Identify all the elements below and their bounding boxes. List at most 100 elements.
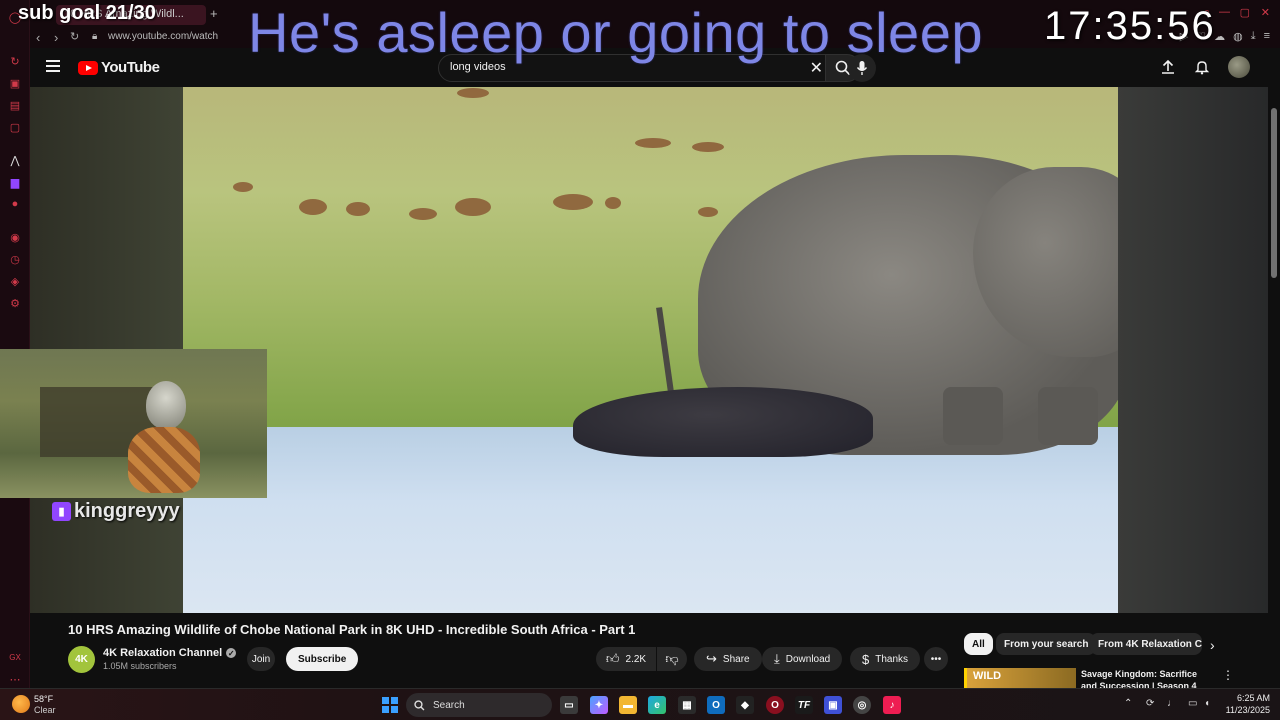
recommended-title[interactable]: Savage Kingdom: Sacrifice and Succession… [1081,668,1211,688]
twitch-icon: ▮ [52,502,71,521]
join-button[interactable]: Join [247,647,275,671]
tray-mic-icon[interactable]: ♩ [1167,698,1177,709]
reload-icon[interactable]: ↻ [70,30,79,43]
taskbar-search-label: Search [433,699,465,711]
header-actions [1160,56,1250,78]
like-button[interactable]: 👍︎ 2.2K [596,647,656,671]
taskbar-time[interactable]: 6:25 AM [1226,693,1270,703]
taskbar-search[interactable]: Search [406,693,552,717]
clock-overlay: 17:35:56 [1044,4,1216,48]
taskbar-date[interactable]: 11/23/2025 [1222,705,1270,715]
thumbs-down-icon: 👎︎ [665,651,679,666]
app-icon-blue[interactable]: ▣ [824,696,842,714]
user-icon[interactable]: ◍ [1233,30,1243,43]
share-icon: ↪ [706,651,717,666]
thanks-label: Thanks [875,653,909,665]
taskbar-search-icon [414,699,425,710]
lock-icon: 🔒︎ [92,31,98,42]
chip-from-channel[interactable]: From 4K Relaxation Cha [1090,633,1202,655]
recommended-thumbnail[interactable]: WILD [964,668,1076,688]
ambient-right [1118,87,1268,613]
chips-next-icon[interactable]: › [1210,637,1215,653]
youtube-play-icon [78,60,98,75]
more-icon[interactable]: ⋯ [8,672,22,686]
arrow-icon[interactable]: ⋀ [8,153,22,167]
weather-temperature: 58°F [34,694,54,704]
like-count: 2.2K [625,653,647,665]
twitch-rail-icon[interactable]: ▆ [8,175,22,189]
message-icon[interactable]: ▤ [8,98,22,112]
share-button[interactable]: ↪ Share [694,647,762,671]
tray-volume-icon[interactable]: ◖ [1204,698,1210,709]
gx-icon[interactable]: GX [8,650,22,664]
weather-icon[interactable] [12,695,30,713]
maximize-icon[interactable]: ▢ [1240,6,1250,19]
subscribe-button[interactable]: Subscribe [286,647,359,671]
stream-status-overlay: He's asleep or going to sleep [248,1,983,64]
edge-icon[interactable]: e [648,696,666,714]
play-circle-icon[interactable]: ◉ [8,230,22,244]
url-field[interactable]: www.youtube.com/watch [108,31,218,42]
page-scrollbar[interactable] [1268,48,1280,613]
task-view-icon[interactable]: ▭ [560,696,578,714]
avatar-character [128,381,200,493]
tf-app-icon[interactable]: TF [795,696,813,714]
hamburger-icon[interactable] [46,60,60,72]
app-icon[interactable]: ▢ [8,120,22,134]
copilot-icon[interactable]: ✦ [590,696,608,714]
file-explorer-icon[interactable]: ▬ [619,696,637,714]
weather-condition: Clear [34,705,56,715]
webcam-overlay [0,349,267,498]
account-avatar[interactable] [1228,56,1250,78]
back-icon[interactable]: ‹ [36,30,40,45]
settings-icon[interactable]: ⚙ [8,296,22,310]
obs-icon[interactable]: ◎ [853,696,871,714]
record-icon[interactable]: ● [8,197,22,211]
tray-network-icon[interactable]: ▭ [1188,698,1197,709]
windows-taskbar: 58°F Clear Search ▭ ✦ ▬ e ▦ O ◆ O TF ▣ ◎… [0,688,1280,720]
outlook-icon[interactable]: O [707,696,725,714]
download-arrow-icon: ⤓ [774,651,780,666]
bag-icon[interactable]: ▣ [8,76,22,90]
tray-expand-icon[interactable]: ⌃ [1124,698,1132,709]
recommended-menu-icon[interactable]: ⋮ [1222,668,1234,682]
forward-icon[interactable]: › [54,30,58,45]
sub-goal-overlay: sub goal 21/30 [18,2,156,24]
youtube-logo[interactable]: YouTube [78,59,160,76]
youtube-logo-text: YouTube [101,59,160,76]
tray-sync-icon[interactable]: ⟳ [1146,698,1154,709]
refresh-history-icon[interactable]: ↻ [8,54,22,68]
clock-icon[interactable]: ◷ [8,252,22,266]
channel-name[interactable]: 4K Relaxation Channel ✓ [103,647,237,659]
download-button[interactable]: ⤓ Download [762,647,843,671]
minimize-icon[interactable]: — [1219,6,1230,18]
dislike-button[interactable]: 👎︎ [657,647,687,671]
upload-icon[interactable] [1160,59,1176,75]
bookmark-icon[interactable]: ◈ [8,274,22,288]
more-actions-button[interactable]: ••• [924,647,948,671]
character-body [128,427,200,493]
chip-from-your-search[interactable]: From your search [996,633,1097,655]
download-icon[interactable]: ⤓ [1251,30,1256,43]
new-tab-button[interactable]: + [210,6,218,21]
verified-check-icon: ✓ [226,648,237,658]
download-label: Download [785,653,831,665]
elephant-leg [943,387,1003,445]
start-button[interactable] [382,697,398,713]
video-frame[interactable] [183,87,1118,613]
thanks-button[interactable]: $ Thanks [850,647,921,671]
share-label: Share [722,653,750,665]
opera-gx-icon[interactable]: O [766,696,784,714]
chip-all[interactable]: All [964,633,993,655]
store-icon[interactable]: ▦ [678,696,696,714]
tiktok-icon[interactable]: ♪ [883,696,901,714]
screen: ◯ ↻ ▣ ▤ ▢ ⋀ ▆ ● ◉ ◷ ◈ ⚙ GX ⋯ 10 HRS Amaz… [0,0,1280,720]
app-icon-gray[interactable]: ◆ [736,696,754,714]
scrollbar-thumb[interactable] [1271,108,1277,278]
twitch-username: kinggreyyy [74,500,180,522]
close-window-icon[interactable]: ✕ [1261,6,1270,19]
menu-icon[interactable]: ≡ [1264,30,1270,43]
thanks-icon: $ [862,651,870,667]
channel-avatar[interactable]: 4K [68,646,95,673]
notifications-bell-icon[interactable] [1194,59,1210,75]
